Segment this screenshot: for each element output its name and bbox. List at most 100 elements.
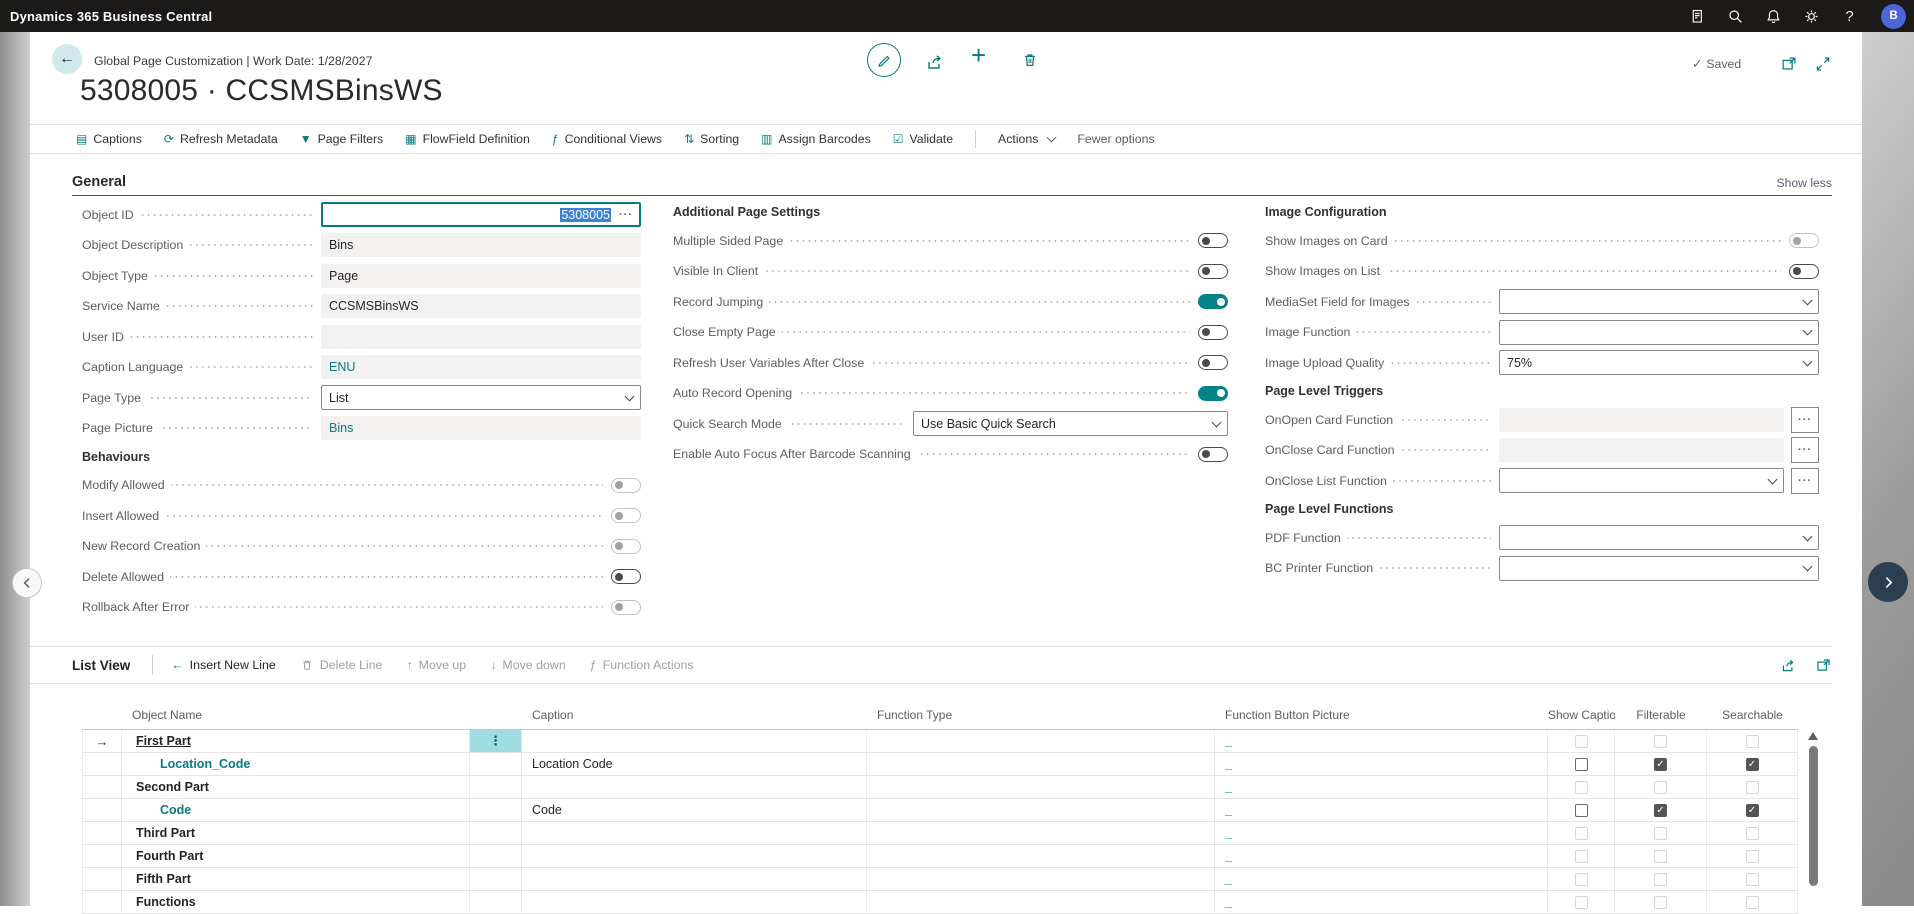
- fewer-options-button[interactable]: Fewer options: [1077, 132, 1154, 146]
- ribbon-item-conditional-views[interactable]: ƒConditional Views: [552, 132, 662, 146]
- table-scrollbar[interactable]: [1806, 730, 1820, 906]
- toggle-auto-record-opening[interactable]: [1198, 386, 1228, 401]
- scroll-right-button[interactable]: [1868, 562, 1908, 602]
- general-title[interactable]: General: [72, 174, 126, 190]
- dropdown-image-upload-quality[interactable]: 75%: [1499, 350, 1819, 375]
- field-label: OnClose Card Function: [1265, 443, 1394, 457]
- toggle-visible-in-client[interactable]: [1198, 264, 1228, 279]
- picture-link[interactable]: _: [1215, 849, 1232, 863]
- open-in-window-icon[interactable]: [1815, 657, 1832, 674]
- picture-link[interactable]: _: [1215, 895, 1232, 909]
- open-in-window-icon[interactable]: [1780, 55, 1798, 73]
- ribbon-item-flowfield-definition[interactable]: ▦FlowField Definition: [405, 132, 530, 146]
- column-header-filterable[interactable]: Filterable: [1615, 708, 1707, 729]
- table-row-third-part[interactable]: Third Part_: [82, 822, 1798, 845]
- table-row-code[interactable]: CodeCode_✓✓: [82, 799, 1798, 822]
- table-row-second-part[interactable]: Second Part_: [82, 776, 1798, 799]
- checkbox-disabled: [1575, 827, 1588, 840]
- app-title[interactable]: Dynamics 365 Business Central: [0, 9, 212, 24]
- checkbox-unchecked[interactable]: [1575, 804, 1588, 817]
- back-button[interactable]: ←: [52, 44, 82, 74]
- dropdown-image-function[interactable]: [1499, 320, 1819, 345]
- row-options-icon[interactable]: ⋮: [489, 733, 502, 749]
- assist-edit-button[interactable]: ···: [1791, 407, 1819, 433]
- checkbox-checked[interactable]: ✓: [1654, 804, 1667, 817]
- toggle-delete-allowed[interactable]: [611, 569, 641, 584]
- ribbon-item-refresh-metadata[interactable]: ⟳Refresh Metadata: [164, 132, 278, 146]
- assist-edit-button[interactable]: ···: [1791, 437, 1819, 463]
- new-button[interactable]: +: [971, 42, 986, 68]
- breadcrumb[interactable]: Global Page Customization | Work Date: 1…: [94, 54, 372, 68]
- ribbon-item-sorting[interactable]: ⇅Sorting: [684, 132, 739, 146]
- dropdown-bc-printer-function[interactable]: [1499, 556, 1819, 581]
- checkbox-checked[interactable]: ✓: [1746, 804, 1759, 817]
- dropdown-page-type[interactable]: List: [321, 385, 641, 410]
- dropdown-pdf-function[interactable]: [1499, 525, 1819, 550]
- checkbox-unchecked[interactable]: [1575, 758, 1588, 771]
- field-label: Quick Search Mode: [673, 417, 782, 431]
- list-view-title[interactable]: List View: [72, 658, 130, 673]
- object-name-code[interactable]: Code: [122, 803, 191, 817]
- picture-link[interactable]: _: [1215, 780, 1232, 794]
- object-name-location-code[interactable]: Location_Code: [122, 757, 250, 771]
- notifications-icon[interactable]: [1765, 8, 1782, 25]
- scroll-left-button[interactable]: [12, 568, 42, 598]
- checkbox-checked[interactable]: ✓: [1654, 758, 1667, 771]
- assist-edit-button[interactable]: ···: [1791, 468, 1819, 494]
- dropdown-mediaset-field-for-images[interactable]: [1499, 289, 1819, 314]
- checkbox-checked[interactable]: ✓: [1746, 758, 1759, 771]
- table-row-location-code[interactable]: Location_CodeLocation Code_✓✓: [82, 753, 1798, 776]
- table-row-fifth-part[interactable]: Fifth Part_: [82, 868, 1798, 891]
- dropdown-quick-search-mode[interactable]: Use Basic Quick Search: [913, 411, 1228, 436]
- toggle-knob: [1793, 237, 1801, 245]
- object-name-first-part[interactable]: First Part: [122, 734, 191, 748]
- table-row-first-part[interactable]: →First Part⋮_: [82, 730, 1798, 753]
- field-control: [1499, 556, 1819, 581]
- toggle-record-jumping[interactable]: [1198, 294, 1228, 309]
- delete-button[interactable]: [1021, 51, 1039, 69]
- show-less-link[interactable]: Show less: [1776, 176, 1832, 190]
- section-header-general: General Show less: [72, 170, 1832, 196]
- column-header-object-name[interactable]: Object Name: [122, 708, 522, 729]
- share-icon[interactable]: [1780, 657, 1797, 674]
- toggle-show-images-on-list[interactable]: [1789, 264, 1819, 279]
- assist-edit-button[interactable]: ···: [619, 209, 633, 221]
- ribbon-item-page-filters[interactable]: ▼Page Filters: [300, 132, 384, 146]
- toggle-close-empty-page[interactable]: [1198, 325, 1228, 340]
- ribbon-item-assign-barcodes[interactable]: ▥Assign Barcodes: [761, 132, 871, 146]
- collapse-icon[interactable]: [1814, 55, 1832, 73]
- table-row-functions[interactable]: Functions_: [82, 891, 1798, 914]
- picture-link[interactable]: _: [1215, 803, 1232, 817]
- row-menu-cell[interactable]: ⋮: [470, 730, 522, 752]
- column-header-caption[interactable]: Caption: [522, 708, 867, 729]
- ribbon-item-captions[interactable]: ▤Captions: [76, 132, 142, 146]
- ribbon-item-label: Assign Barcodes: [778, 132, 870, 146]
- search-icon[interactable]: [1727, 8, 1744, 25]
- settings-icon[interactable]: [1803, 8, 1820, 25]
- dropdown-onclose-list-function[interactable]: [1499, 468, 1784, 493]
- actions-menu[interactable]: Actions: [998, 132, 1055, 146]
- picture-link[interactable]: _: [1215, 757, 1232, 771]
- field-control: [1198, 264, 1228, 279]
- column-header-function-button-picture[interactable]: Function Button Picture: [1215, 708, 1548, 729]
- edit-button[interactable]: [867, 43, 901, 77]
- ribbon-item-validate[interactable]: ☑Validate: [893, 132, 953, 146]
- toggle-enable-auto-focus-after-barcode-scanning[interactable]: [1198, 447, 1228, 462]
- report-icon[interactable]: [1689, 8, 1706, 25]
- column-header-searchable[interactable]: Searchable: [1707, 708, 1798, 729]
- picture-link[interactable]: _: [1215, 734, 1232, 748]
- avatar[interactable]: B: [1881, 4, 1906, 29]
- toggle-refresh-user-variables-after-close[interactable]: [1198, 355, 1228, 370]
- input-object-id[interactable]: 5308005···: [321, 202, 641, 227]
- help-icon[interactable]: ?: [1841, 8, 1858, 25]
- share-button[interactable]: [925, 52, 945, 72]
- column-header-function-type[interactable]: Function Type: [867, 708, 1215, 729]
- picture-link[interactable]: _: [1215, 826, 1232, 840]
- scroll-up-arrow[interactable]: [1808, 732, 1818, 740]
- toggle-multiple-sided-page[interactable]: [1198, 233, 1228, 248]
- picture-link[interactable]: _: [1215, 872, 1232, 886]
- toolbar-insert-new-line[interactable]: ←Insert New Line: [171, 658, 275, 672]
- table-row-fourth-part[interactable]: Fourth Part_: [82, 845, 1798, 868]
- scrollbar-thumb[interactable]: [1809, 746, 1818, 886]
- column-header-show-caption[interactable]: Show Caption: [1548, 708, 1615, 729]
